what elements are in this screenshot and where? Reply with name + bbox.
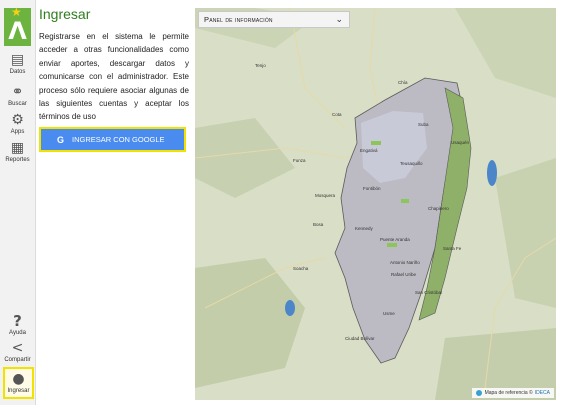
sidebar-item-ingresar[interactable]: ● Ingresar — [3, 367, 34, 399]
map-canvas — [195, 8, 556, 400]
map-label: Soacha — [293, 266, 309, 271]
map-label: Ciudad Bolívar — [345, 336, 375, 341]
info-panel-label: Panel de información — [204, 15, 273, 24]
left-sidebar: ★ Λ ▤ Datos ⚭ Buscar ⚙ Apps ▦ Reportes ?… — [0, 0, 36, 405]
login-description: Registrarse en el sistema le permite acc… — [39, 32, 189, 122]
chevron-down-icon: ⌄ — [335, 14, 343, 25]
google-icon: G — [57, 134, 65, 145]
map-label: Bosa — [313, 222, 324, 227]
sidebar-item-apps[interactable]: ⚙ Apps — [0, 112, 35, 136]
map-label: Funza — [293, 158, 306, 163]
help-icon: ? — [13, 312, 22, 330]
map-label: Chapinero — [428, 206, 449, 211]
info-panel-dropdown[interactable]: Panel de información ⌄ — [198, 11, 350, 28]
sidebar-item-label: Apps — [10, 129, 25, 135]
sidebar-item-ayuda[interactable]: ? Ayuda — [0, 313, 35, 337]
gear-icon: ⚙ — [11, 112, 24, 128]
map-label: Teusaquillo — [400, 161, 423, 166]
sidebar-item-reportes[interactable]: ▦ Reportes — [0, 140, 35, 164]
map-label: Antonio Nariño — [390, 260, 420, 265]
login-panel: Ingresar Registrarse en el sistema le pe… — [36, 0, 194, 405]
map-label: Kennedy — [355, 226, 373, 231]
map-view[interactable]: Tenjo Cota Chía Usaquén Suba Engativá Fo… — [195, 8, 556, 400]
map-label: Tenjo — [255, 63, 266, 68]
sidebar-item-label: Reportes — [5, 157, 30, 163]
sidebar-item-label: Ayuda — [9, 330, 26, 336]
map-label: Mosquera — [315, 193, 336, 198]
google-login-label: INGRESAR CON GOOGLE — [72, 135, 165, 144]
map-label: Engativá — [360, 148, 378, 153]
share-icon: < — [11, 340, 24, 356]
map-label: Chía — [398, 80, 408, 85]
map-label: Suba — [418, 122, 429, 127]
map-attribution: Mapa de referencia © IDECA — [471, 388, 554, 398]
sidebar-item-datos[interactable]: ▤ Datos — [0, 52, 35, 76]
report-icon: ▦ — [10, 140, 25, 156]
logo-letter-icon: Λ — [8, 17, 27, 45]
user-icon: ● — [12, 371, 25, 387]
map-label: Puente Aranda — [380, 237, 410, 242]
sidebar-item-label: Buscar — [8, 101, 27, 107]
map-label: Usaquén — [451, 140, 470, 145]
star-icon: ★ — [11, 5, 22, 19]
map-label: Usme — [383, 311, 395, 316]
panel-title: Ingresar — [39, 6, 91, 22]
google-login-button[interactable]: G INGRESAR CON GOOGLE — [39, 127, 186, 152]
map-label: Fontibón — [363, 186, 381, 191]
sidebar-item-label: Compartir — [4, 357, 31, 363]
ideca-icon — [475, 390, 482, 396]
map-label: Santa Fe — [443, 246, 462, 251]
app-logo[interactable]: ★ Λ — [4, 5, 31, 46]
ideca-link[interactable]: IDECA — [535, 388, 550, 398]
layers-icon: ▤ — [10, 52, 25, 68]
map-label: Rafael Uribe — [391, 272, 417, 277]
sidebar-item-compartir[interactable]: < Compartir — [0, 340, 35, 364]
map-label: San Cristóbal — [415, 290, 443, 295]
binoculars-icon: ⚭ — [11, 84, 24, 100]
sidebar-item-label: Datos — [9, 69, 26, 75]
attribution-text: Mapa de referencia © — [484, 390, 533, 396]
sidebar-item-buscar[interactable]: ⚭ Buscar — [0, 84, 35, 108]
map-label: Cota — [332, 112, 342, 117]
sidebar-item-label: Ingresar — [7, 388, 30, 394]
